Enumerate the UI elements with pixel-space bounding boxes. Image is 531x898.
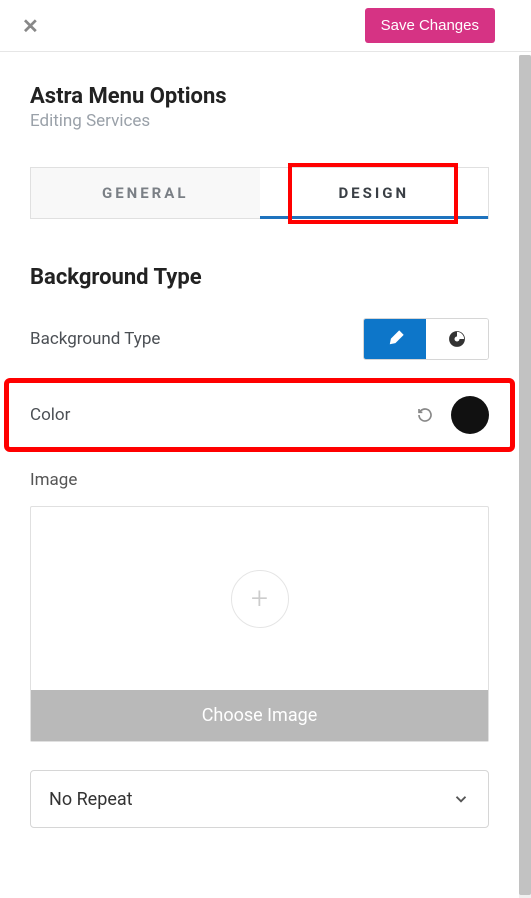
color-row: Color [30,396,489,434]
repeat-select-value: No Repeat [49,789,133,810]
tabs: General Design [30,167,489,219]
add-image-icon[interactable]: + [231,570,289,628]
brush-icon [385,329,405,349]
choose-image-button[interactable]: Choose Image [31,690,488,741]
repeat-select[interactable]: No Repeat [30,770,489,828]
tab-general[interactable]: General [31,168,260,218]
panel-content: Astra Menu Options Editing Services Gene… [0,52,519,844]
reset-color-icon[interactable] [417,407,433,423]
background-type-gradient-button[interactable] [426,319,488,359]
tab-design[interactable]: Design [260,168,489,218]
tab-active-indicator [260,216,489,219]
background-type-toggle [363,318,489,360]
chevron-down-icon [452,790,470,808]
color-row-wrapper: Color [30,378,489,452]
header-bar: ✕ Save Changes [0,0,531,52]
color-swatch-button[interactable] [451,396,489,434]
section-title-background-type: Background Type [30,265,489,290]
background-type-row: Background Type [30,318,489,360]
image-drop-zone[interactable]: + [31,507,488,690]
settings-panel: ✕ Save Changes Astra Menu Options Editin… [0,0,531,898]
background-type-label: Background Type [30,329,160,349]
background-type-color-button[interactable] [364,319,426,359]
scrollbar-thumb[interactable] [519,55,531,895]
close-icon[interactable]: ✕ [22,16,39,36]
page-title: Astra Menu Options [30,84,489,109]
page-subtitle: Editing Services [30,111,489,131]
vertical-scrollbar[interactable] [519,55,531,898]
image-upload-area: + Choose Image [30,506,489,742]
color-controls [417,396,489,434]
save-changes-button[interactable]: Save Changes [365,8,495,43]
image-label: Image [30,470,489,490]
palette-icon [447,329,467,349]
color-label: Color [30,405,70,425]
